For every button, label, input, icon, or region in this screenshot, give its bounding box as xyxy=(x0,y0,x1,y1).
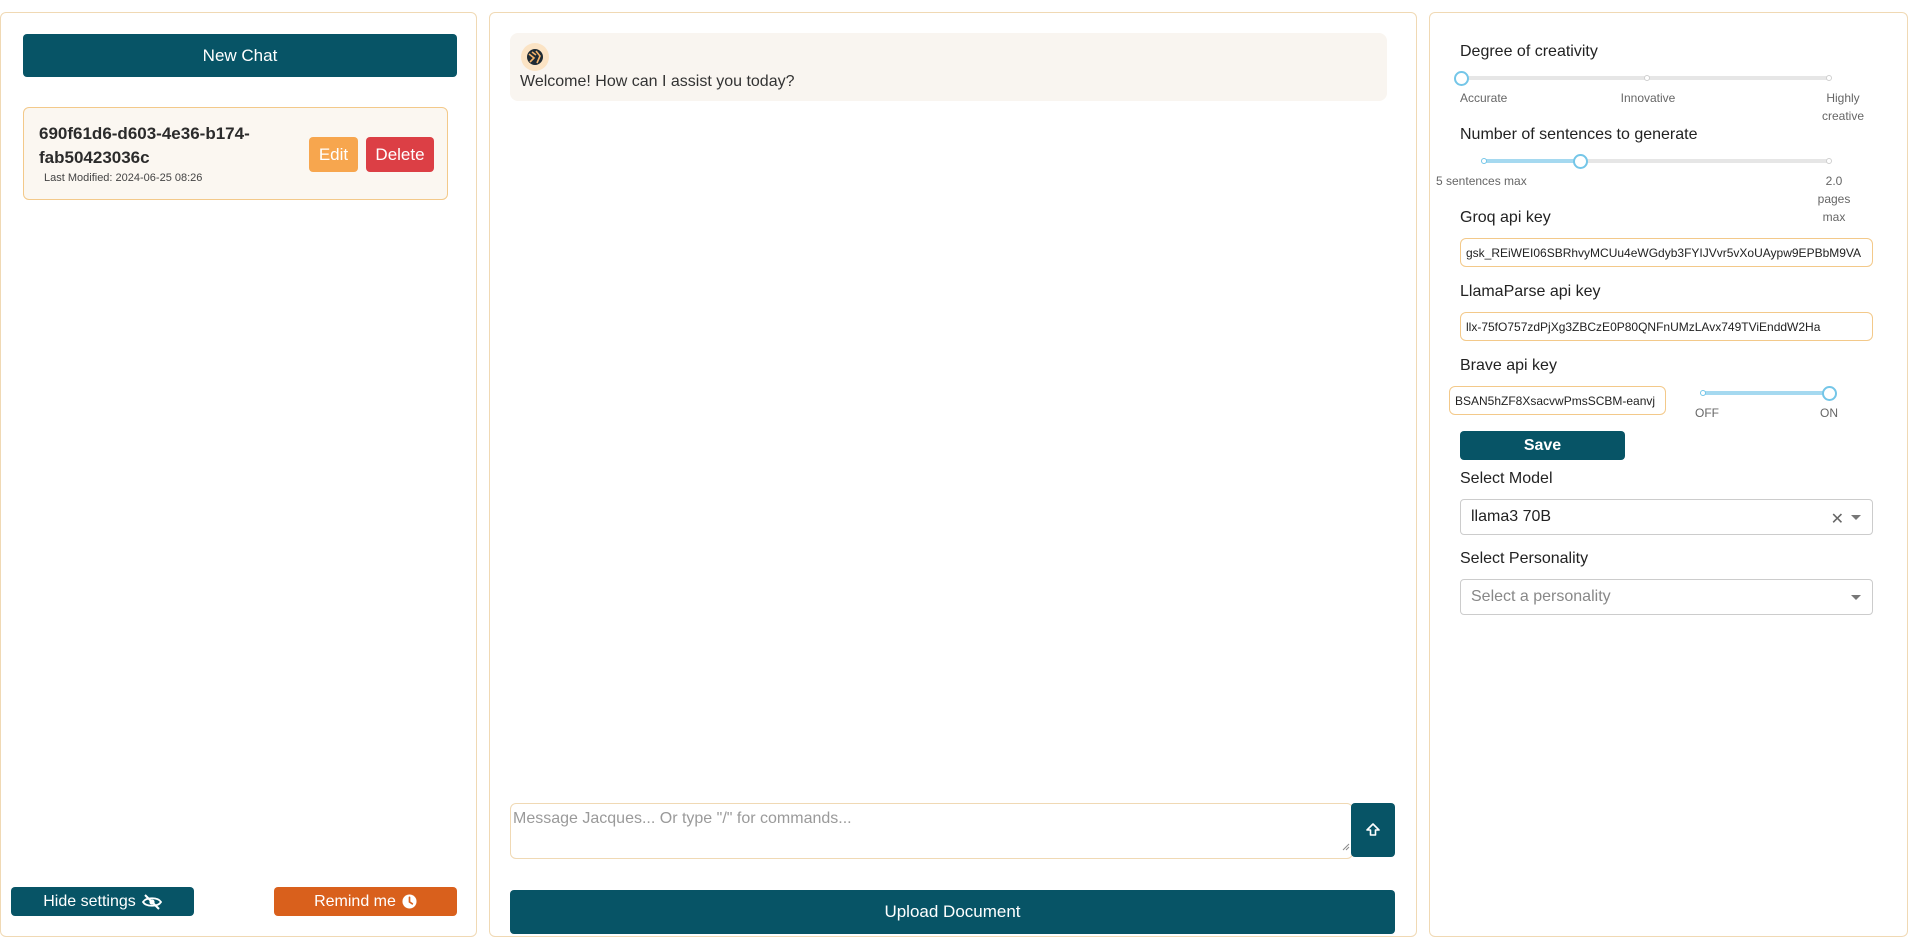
send-button[interactable] xyxy=(1351,803,1395,857)
sentences-max-label: 2.0 pages max xyxy=(1817,174,1851,224)
sentences-min-label: 5 sentences max xyxy=(1436,174,1527,188)
assistant-avatar xyxy=(521,43,549,71)
remind-me-label: Remind me xyxy=(314,892,396,910)
upload-document-button[interactable]: Upload Document xyxy=(510,890,1395,934)
brave-key-input[interactable] xyxy=(1449,386,1666,415)
hide-settings-label: Hide settings xyxy=(43,892,136,910)
chat-list-item[interactable]: 690f61d6-d603-4e36-b174-fab50423036c Las… xyxy=(23,107,448,200)
creativity-tick xyxy=(1826,75,1832,81)
arrow-up-icon xyxy=(1365,822,1381,838)
personality-select[interactable]: Select a personality xyxy=(1460,579,1873,615)
creativity-handle[interactable] xyxy=(1454,71,1469,86)
chat-last-modified: Last Modified: 2024-06-25 08:26 xyxy=(44,172,203,184)
save-button[interactable]: Save xyxy=(1460,431,1625,460)
creativity-mark-highly-creative: Highly creative xyxy=(1821,91,1865,123)
sentences-tick-max xyxy=(1826,158,1832,164)
chat-title: 690f61d6-d603-4e36-b174-fab50423036c xyxy=(39,124,250,167)
creativity-mark-innovative: Innovative xyxy=(1620,91,1676,105)
llamaparse-key-input[interactable] xyxy=(1460,312,1873,341)
personality-label: Select Personality xyxy=(1460,550,1589,567)
hide-settings-button[interactable]: Hide settings xyxy=(11,887,194,916)
sentences-label: Number of sentences to generate xyxy=(1460,126,1698,143)
clear-icon[interactable]: ✕ xyxy=(1831,509,1844,529)
message-text: Welcome! How can I assist you today? xyxy=(520,73,795,90)
settings-panel: Degree of creativity Accurate Innovative… xyxy=(1429,12,1908,937)
brave-toggle-off-label: OFF xyxy=(1695,406,1719,420)
model-select-value: llama3 70B xyxy=(1471,508,1552,525)
message-input-box xyxy=(510,803,1353,859)
creativity-tick xyxy=(1644,75,1650,81)
model-select[interactable]: llama3 70B ✕ xyxy=(1460,499,1873,535)
brave-toggle-track[interactable] xyxy=(1703,391,1829,395)
creativity-mark-accurate: Accurate xyxy=(1460,91,1508,105)
delete-chat-button[interactable]: Delete xyxy=(366,137,434,172)
creativity-label: Degree of creativity xyxy=(1460,43,1598,60)
chat-sidebar: New Chat 690f61d6-d603-4e36-b174-fab5042… xyxy=(0,12,477,937)
brave-toggle-on-label: ON xyxy=(1820,406,1838,420)
chevron-down-icon[interactable] xyxy=(1851,595,1861,600)
groq-key-input[interactable] xyxy=(1460,238,1873,267)
personality-select-placeholder: Select a personality xyxy=(1471,588,1611,605)
llamaparse-key-label: LlamaParse api key xyxy=(1460,283,1601,300)
remind-me-button[interactable]: Remind me xyxy=(274,887,457,916)
message-input[interactable] xyxy=(511,804,1352,858)
chevron-down-icon[interactable] xyxy=(1851,515,1861,520)
sentences-handle[interactable] xyxy=(1573,154,1588,169)
sentences-track-fill xyxy=(1484,159,1580,163)
chat-panel: Welcome! How can I assist you today? Upl… xyxy=(489,12,1417,937)
eye-slash-icon xyxy=(141,893,162,910)
clock-icon xyxy=(402,894,417,909)
new-chat-button[interactable]: New Chat xyxy=(23,34,457,77)
brave-key-label: Brave api key xyxy=(1460,357,1557,374)
brave-toggle-tick-off xyxy=(1700,390,1706,396)
groq-key-label: Groq api key xyxy=(1460,209,1551,226)
sentences-tick-min xyxy=(1481,158,1487,164)
model-label: Select Model xyxy=(1460,470,1553,487)
assistant-message: Welcome! How can I assist you today? xyxy=(510,33,1387,101)
brave-toggle-handle[interactable] xyxy=(1822,386,1837,401)
edit-chat-button[interactable]: Edit xyxy=(309,137,358,172)
resize-handle-icon[interactable] xyxy=(1342,838,1350,856)
